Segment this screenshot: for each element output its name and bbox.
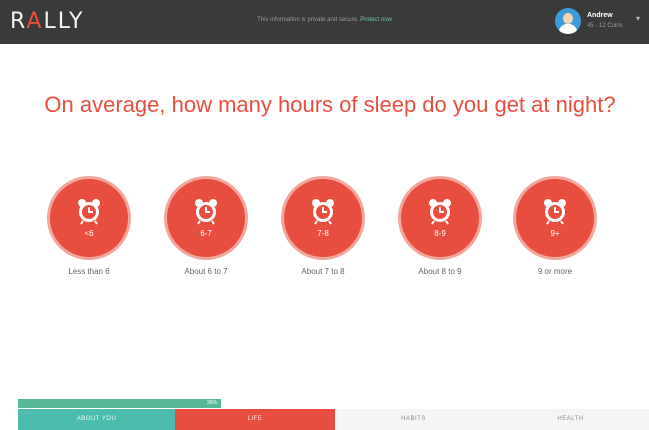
option-7-to-8[interactable]: 7-8 About 7 to 8: [274, 176, 374, 286]
avatar[interactable]: [555, 8, 581, 34]
option-label[interactable]: About 8 to 9: [391, 267, 489, 276]
answer-options: <6 Less than 6 6-7 About 6 to 7 7-8 Abou…: [0, 176, 649, 286]
option-less-than-6[interactable]: <6 Less than 6: [40, 176, 140, 286]
option-circle[interactable]: 8-9: [401, 179, 479, 257]
tab-health[interactable]: HEALTH: [492, 409, 649, 430]
question-title: On average, how many hours of sleep do y…: [44, 92, 616, 117]
tab-life[interactable]: LIFE: [175, 409, 335, 430]
option-circle[interactable]: 9+: [516, 179, 594, 257]
tab-habits[interactable]: HABITS: [335, 409, 492, 430]
option-circle[interactable]: <6: [50, 179, 128, 257]
option-range: 7-8: [317, 229, 329, 238]
user-coins: 45 · 12 Coins: [587, 23, 623, 29]
option-9-or-more[interactable]: 9+ 9 or more: [506, 176, 606, 286]
option-range: 6-7: [200, 229, 212, 238]
option-6-to-7[interactable]: 6-7 About 6 to 7: [157, 176, 257, 286]
option-range: 8-9: [434, 229, 446, 238]
alarm-clock-icon: [429, 199, 451, 225]
option-label[interactable]: About 6 to 7: [157, 267, 255, 276]
tab-about-you[interactable]: ABOUT YOU: [18, 409, 175, 430]
alarm-clock-icon: [195, 199, 217, 225]
option-8-to-9[interactable]: 8-9 About 8 to 9: [391, 176, 491, 286]
option-label[interactable]: 9 or more: [506, 267, 604, 276]
privacy-notice-link[interactable]: Protect now: [360, 17, 392, 23]
option-range: <6: [84, 229, 94, 238]
option-range: 9+: [550, 229, 560, 238]
option-label[interactable]: About 7 to 8: [274, 267, 372, 276]
option-circle[interactable]: 6-7: [167, 179, 245, 257]
alarm-clock-icon: [78, 199, 100, 225]
avatar-body: [559, 24, 577, 34]
section-nav: ABOUT YOU LIFE HABITS HEALTH: [18, 409, 649, 430]
alarm-clock-icon: [312, 199, 334, 225]
user-name[interactable]: Andrew: [587, 12, 613, 19]
chevron-down-icon[interactable]: ▾: [636, 14, 640, 23]
option-circle[interactable]: 7-8: [284, 179, 362, 257]
avatar-head: [563, 13, 573, 24]
top-bar: RALLY This information is private and se…: [0, 0, 649, 44]
alarm-clock-icon: [544, 199, 566, 225]
progress-bar: 36%: [18, 399, 221, 408]
progress-percent: 36%: [206, 400, 217, 406]
privacy-notice: This information is private and secure. …: [0, 17, 649, 23]
option-label[interactable]: Less than 6: [40, 267, 138, 276]
privacy-notice-text: This information is private and secure.: [257, 17, 359, 23]
